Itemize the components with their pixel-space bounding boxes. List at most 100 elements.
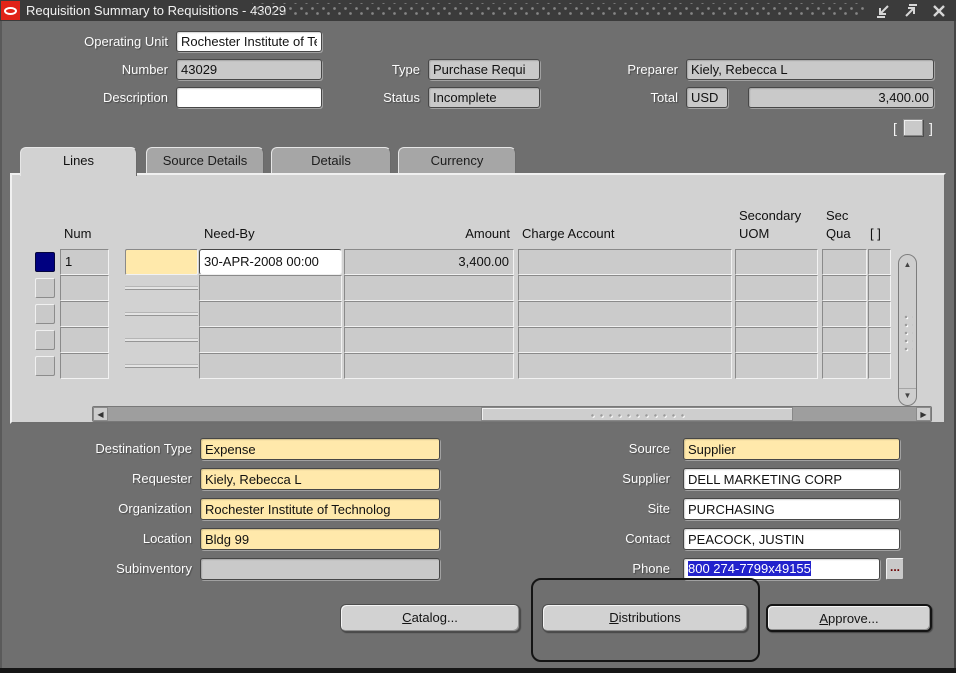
source-field[interactable] (683, 438, 900, 460)
cell-num[interactable] (60, 353, 109, 379)
record-selector[interactable] (35, 278, 55, 298)
horizontal-scrollbar-thumb[interactable] (481, 407, 793, 421)
cell-item (125, 286, 198, 290)
cell-num[interactable] (60, 301, 109, 327)
preparer-label: Preparer (560, 59, 678, 80)
cell-sec-qty[interactable] (822, 275, 867, 301)
cell-flexfield[interactable] (868, 249, 891, 275)
record-selector[interactable] (35, 304, 55, 324)
number-label: Number (10, 59, 168, 80)
cell-flexfield[interactable] (868, 275, 891, 301)
phone-lov-button[interactable]: ... (886, 558, 904, 580)
cell-charge-account[interactable] (518, 353, 732, 379)
scroll-left-icon[interactable]: ◀ (93, 407, 108, 421)
cell-charge-account[interactable] (518, 327, 732, 353)
cell-sec-qty[interactable] (822, 249, 867, 275)
location-label: Location (20, 528, 192, 549)
cell-item (125, 312, 198, 316)
titlebar-pattern (252, 3, 864, 18)
cell-need-by[interactable] (199, 353, 342, 379)
cell-flexfield[interactable] (868, 301, 891, 327)
description-label: Description (10, 87, 168, 108)
scroll-down-icon[interactable]: ▼ (899, 388, 916, 402)
cell-flexfield[interactable] (868, 327, 891, 353)
cell-sec-qty[interactable] (822, 327, 867, 353)
operating-unit-label: Operating Unit (10, 31, 168, 52)
cell-item[interactable] (125, 249, 198, 275)
column-header-secondary-uom-line1: Secondary (739, 208, 801, 223)
header-flexfield[interactable] (903, 119, 923, 136)
scroll-up-icon[interactable]: ▲ (899, 258, 916, 272)
record-selector[interactable] (35, 330, 55, 350)
record-selector[interactable] (35, 252, 55, 272)
cell-need-by[interactable] (199, 327, 342, 353)
close-icon[interactable] (928, 2, 950, 19)
cell-num[interactable] (60, 275, 109, 301)
phone-label: Phone (520, 558, 670, 579)
cell-secondary-uom[interactable] (735, 249, 818, 275)
maximize-icon[interactable] (900, 2, 922, 19)
column-header-charge-account: Charge Account (522, 226, 615, 241)
cell-charge-account[interactable] (518, 301, 732, 327)
operating-unit-field[interactable] (176, 31, 322, 52)
cell-num[interactable] (60, 327, 109, 353)
organization-field[interactable] (200, 498, 440, 520)
phone-field[interactable]: 800 274-7799x49155 (683, 558, 880, 580)
column-header-sec-qty-line2: Qua (826, 226, 851, 241)
tab-details[interactable]: Details (271, 147, 391, 174)
approve-button[interactable]: Approve... (766, 604, 932, 632)
cell-secondary-uom[interactable] (735, 275, 818, 301)
cell-sec-qty[interactable] (822, 353, 867, 379)
site-field[interactable] (683, 498, 900, 520)
column-header-num: Num (64, 226, 91, 241)
type-label: Type (330, 59, 420, 80)
cell-secondary-uom[interactable] (735, 353, 818, 379)
requester-label: Requester (20, 468, 192, 489)
scroll-right-icon[interactable]: ▶ (916, 407, 931, 421)
contact-label: Contact (520, 528, 670, 549)
total-currency-field: USD (686, 87, 728, 108)
cell-num[interactable]: 1 (60, 249, 109, 275)
requester-field[interactable] (200, 468, 440, 490)
total-amount-field: 3,400.00 (748, 87, 934, 108)
column-header-secondary-uom-line2: UOM (739, 226, 769, 241)
cell-charge-account[interactable] (518, 275, 732, 301)
cell-flexfield[interactable] (868, 353, 891, 379)
supplier-field[interactable] (683, 468, 900, 490)
tab-lines[interactable]: Lines (20, 147, 137, 176)
cell-amount[interactable] (344, 353, 514, 379)
horizontal-scrollbar[interactable]: ◀ ▶ (92, 406, 932, 422)
tab-currency[interactable]: Currency (398, 147, 516, 174)
type-field: Purchase Requi (428, 59, 540, 80)
record-selector[interactable] (35, 356, 55, 376)
catalog-button[interactable]: Catalog... (340, 604, 520, 632)
cell-need-by[interactable]: 30-APR-2008 00:00 (199, 249, 342, 275)
organization-label: Organization (20, 498, 192, 519)
horizontal-scrollbar-grip (588, 411, 688, 419)
cell-charge-account[interactable] (518, 249, 732, 275)
cell-amount[interactable] (344, 275, 514, 301)
window-title: Requisition Summary to Requisitions - 43… (26, 0, 286, 21)
contact-field[interactable] (683, 528, 900, 550)
minimize-icon[interactable] (872, 2, 894, 19)
distributions-button[interactable]: Distributions (542, 604, 748, 632)
cell-secondary-uom[interactable] (735, 301, 818, 327)
cell-secondary-uom[interactable] (735, 327, 818, 353)
destination-type-field[interactable] (200, 438, 440, 460)
destination-type-label: Destination Type (20, 438, 192, 459)
column-header-flexfield: [ ] (870, 226, 881, 241)
cell-amount[interactable] (344, 327, 514, 353)
cell-amount[interactable] (344, 301, 514, 327)
subinventory-label: Subinventory (20, 558, 192, 579)
location-field[interactable] (200, 528, 440, 550)
supplier-label: Supplier (520, 468, 670, 489)
tab-source-details[interactable]: Source Details (146, 147, 264, 174)
cell-amount[interactable]: 3,400.00 (344, 249, 514, 275)
vertical-scrollbar[interactable]: ▲ ▼ (898, 254, 917, 406)
cell-need-by[interactable] (199, 301, 342, 327)
description-field[interactable] (176, 87, 322, 108)
vertical-scrollbar-grip[interactable] (902, 313, 913, 353)
cell-need-by[interactable] (199, 275, 342, 301)
cell-sec-qty[interactable] (822, 301, 867, 327)
status-label: Status (330, 87, 420, 108)
